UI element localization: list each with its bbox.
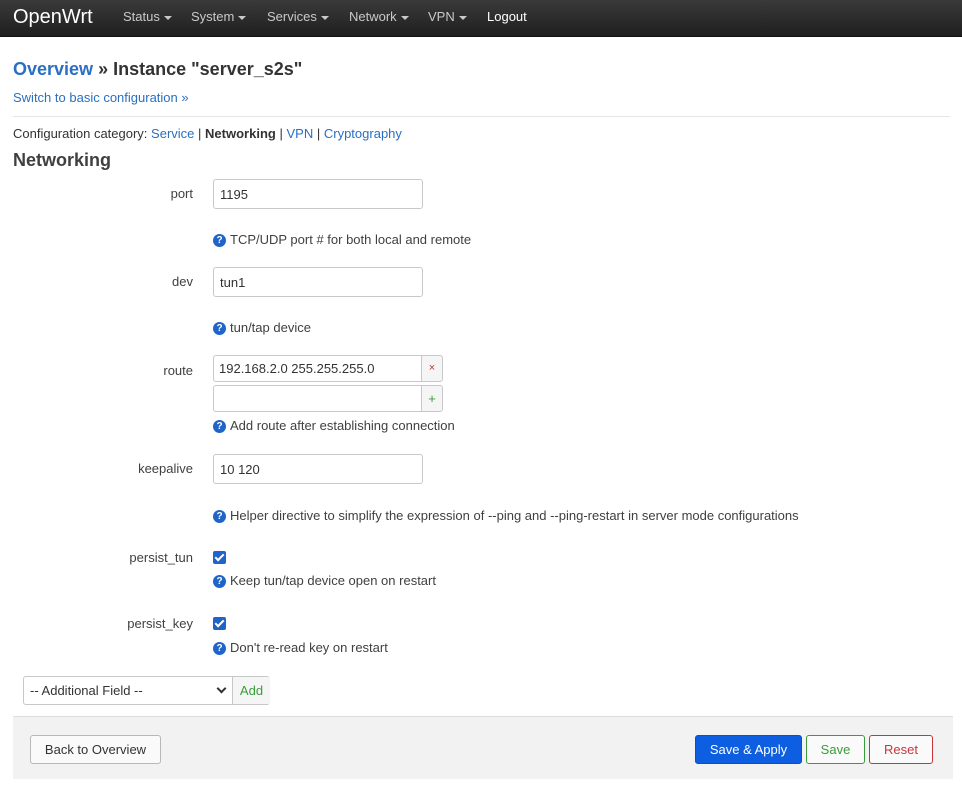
route-help: ? Add route after establishing connection [213,418,455,433]
category-vpn-link[interactable]: VPN [286,126,313,141]
add-field-button[interactable]: Add [232,677,270,704]
keepalive-label: keepalive [138,461,193,476]
save-button[interactable]: Save [806,735,865,764]
category-networking-active: Networking [205,126,276,141]
caret-down-icon [458,15,467,20]
category-service-link[interactable]: Service [151,126,194,141]
port-input[interactable] [213,179,423,209]
plus-icon: + [428,391,436,406]
page-title: Overview » Instance "server_s2s" [13,59,302,80]
persist-key-help: ? Don't re-read key on restart [213,640,388,655]
menu-services[interactable]: Services [267,10,329,24]
overview-link[interactable]: Overview [13,59,93,79]
route-entry-input[interactable] [213,355,422,382]
footer-actions: Back to Overview Save & Apply Save Reset [13,716,953,779]
question-circle-icon: ? [213,234,226,247]
port-help-text: TCP/UDP port # for both local and remote [230,232,472,247]
persist-tun-checkbox[interactable] [213,551,226,564]
brand-logo[interactable]: OpenWrt [13,4,93,30]
route-entry-row: × [213,355,443,382]
question-circle-icon: ? [213,575,226,588]
caret-down-icon [320,15,329,20]
persist-tun-label: persist_tun [129,550,193,565]
caret-down-icon [163,15,172,20]
top-navbar: OpenWrt Status System Services Network V… [0,0,962,37]
dev-help-text: tun/tap device [230,320,311,335]
dev-help: ? tun/tap device [213,320,311,335]
logout-link[interactable]: Logout [487,10,527,24]
additional-field-select[interactable]: -- Additional Field -- [24,677,232,704]
menu-system-label: System [191,9,235,24]
route-new-row: + [213,385,443,412]
menu-vpn[interactable]: VPN [428,10,467,24]
back-to-overview-button[interactable]: Back to Overview [30,735,161,764]
category-divider: | [316,126,321,141]
category-cryptography-link[interactable]: Cryptography [324,126,402,141]
section-title: Networking [13,150,112,170]
route-help-text: Add route after establishing connection [230,418,455,433]
category-divider: | [198,126,202,141]
dev-label: dev [172,274,193,289]
menu-services-label: Services [267,9,317,24]
caret-down-icon [400,15,409,20]
remove-route-button[interactable]: × [421,355,443,382]
add-route-button[interactable]: + [421,385,443,412]
additional-field-group: -- Additional Field -- Add [23,676,270,705]
category-prefix: Configuration category: [13,126,148,141]
menu-network[interactable]: Network [349,10,409,24]
menu-network-label: Network [349,9,397,24]
port-label: port [170,186,193,201]
question-circle-icon: ? [213,322,226,335]
keepalive-input[interactable] [213,454,423,484]
keepalive-help: ? Helper directive to simplify the expres… [213,508,799,523]
question-circle-icon: ? [213,420,226,433]
question-circle-icon: ? [213,510,226,523]
dev-input[interactable] [213,267,423,297]
route-new-input[interactable] [213,385,422,412]
caret-down-icon [238,15,247,20]
keepalive-help-text: Helper directive to simplify the express… [230,508,799,523]
config-category-bar: Configuration category: Service | Networ… [13,126,402,141]
persist-tun-help-text: Keep tun/tap device open on restart [230,573,436,588]
save-apply-button[interactable]: Save & Apply [695,735,802,764]
persist-key-help-text: Don't re-read key on restart [230,640,388,655]
menu-status-label: Status [123,9,160,24]
instance-title: Instance "server_s2s" [113,59,303,79]
title-separator: » [98,59,109,79]
switch-basic-config-link[interactable]: Switch to basic configuration » [13,90,189,105]
divider [13,116,950,117]
question-circle-icon: ? [213,642,226,655]
persist-key-label: persist_key [127,616,193,631]
menu-vpn-label: VPN [428,9,455,24]
menu-system[interactable]: System [191,9,247,24]
times-icon: × [428,362,436,374]
reset-button[interactable]: Reset [869,735,933,764]
port-help: ? TCP/UDP port # for both local and remot… [213,232,471,247]
persist-tun-help: ? Keep tun/tap device open on restart [213,573,436,588]
route-label: route [163,363,193,378]
persist-key-checkbox[interactable] [213,617,226,630]
menu-status[interactable]: Status [123,10,172,24]
additional-field-selected: -- Additional Field -- [30,683,143,698]
category-divider: | [279,126,283,141]
